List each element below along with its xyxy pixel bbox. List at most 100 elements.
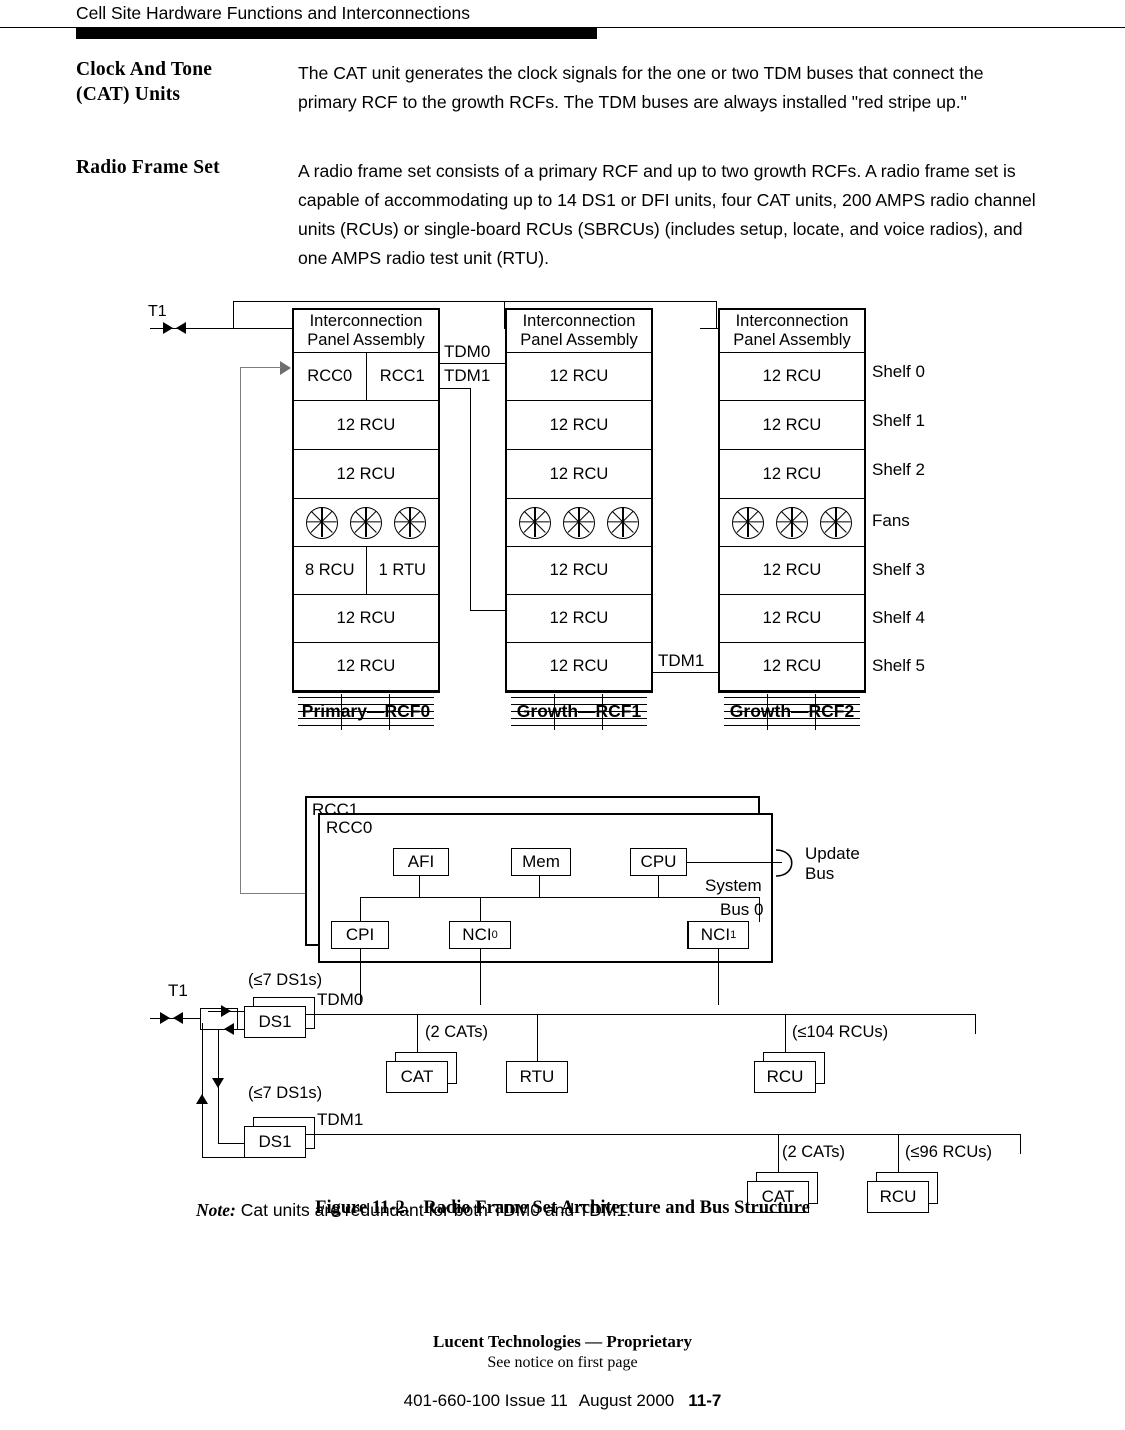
rcc0-feed-line-top (240, 367, 282, 369)
panel-title-line2: Panel Assembly (307, 331, 425, 349)
nci0-leg (480, 949, 482, 1005)
ds1-bottom-box-label: DS1 (244, 1126, 306, 1158)
rack-rcf2: Interconnection Panel Assembly 12 RCU 12… (718, 308, 866, 730)
rack-rcf2-shelf-2: 12 RCU (720, 450, 864, 499)
t1-feed-line (190, 328, 292, 330)
tdm1-label-mid: TDM1 (658, 651, 705, 670)
header-black-bar (76, 28, 597, 39)
footer-docnum: 401-660-100 Issue 11 (403, 1391, 568, 1410)
fan-icon (732, 506, 764, 539)
ds1-loop-up-arrow-icon (196, 1094, 208, 1104)
cat-count-bottom-label: (2 CATs) (782, 1143, 845, 1161)
ds1-loop-up-line (202, 1023, 204, 1158)
tdm0-label: TDM0 (444, 342, 491, 361)
rack-rcf0-shelf-1: 12 RCU (294, 401, 438, 450)
cat-top-box: CAT (386, 1052, 457, 1093)
rack-rcf2-caption: Growth—RCF2 (729, 701, 855, 721)
rack-rcf1-shelf-5: 12 RCU (507, 643, 651, 691)
figure-caption-title: Radio Frame Set Architecture and Bus Str… (423, 1198, 810, 1218)
top-bus-seg-a (233, 301, 505, 303)
ds1-count-bottom-label: (≤7 DS1s) (248, 1084, 323, 1102)
shelf-name-3: Shelf 3 (872, 560, 925, 579)
shelf-name-0: Shelf 0 (872, 362, 925, 381)
rack-rcf1-panel-assembly: Interconnection Panel Assembly (507, 310, 651, 353)
system-bus-label-line2: Bus 0 (720, 900, 764, 919)
rack-rcf0-shelf-3: 8 RCU 1 RTU (294, 547, 438, 595)
section-heading-cat-line1: Clock And Tone (76, 59, 213, 80)
shelf-name-5: Shelf 5 (872, 656, 925, 675)
rack-rcf0-shelf-4: 12 RCU (294, 595, 438, 643)
t1-arrow-right-icon (163, 322, 173, 334)
rack-rcf0-shelf-3-left: 8 RCU (294, 547, 367, 594)
section-heading-cat-line2: (CAT) Units (76, 84, 181, 105)
system-bus-left-drop (360, 897, 362, 922)
footer-proprietary: Lucent Technologies — Proprietary (433, 1332, 692, 1351)
tdm1-bridge-line-top (440, 388, 471, 390)
rack-rcf2-panel-assembly: Interconnection Panel Assembly (720, 310, 864, 353)
ds1-top-in-arrow-icon (221, 1005, 231, 1017)
rcc0-feed-line-vertical (240, 367, 242, 894)
top-bus-seg-d (700, 328, 720, 330)
rack-rcf0-shelf-3-right: 1 RTU (378, 561, 426, 579)
t1-label-bottom: T1 (168, 981, 188, 1000)
fan-icon (563, 506, 595, 539)
rcc0-label: RCC0 (326, 818, 373, 837)
nci1-leg (718, 949, 720, 1005)
rack-rcf1: Interconnection Panel Assembly 12 RCU 12… (505, 308, 653, 730)
t1-label-top: T1 (148, 303, 167, 320)
footer-page: 11-7 (688, 1391, 722, 1410)
cat-top-box-label: CAT (386, 1061, 448, 1093)
update-bus-label-line1: Update (805, 844, 860, 863)
rack-rcf1-caption: Growth—RCF1 (516, 701, 642, 721)
figure-caption: Figure 11-2. Radio Frame Set Architecture… (0, 1198, 1125, 1219)
shelf-name-1: Shelf 1 (872, 411, 925, 430)
footer-date: August 2000 (578, 1391, 675, 1410)
section-heading-cat: Clock And Tone (CAT) Units (76, 57, 291, 107)
rack-rcf2-shelf-0: 12 RCU (720, 353, 864, 401)
panel-title-line1: Interconnection (522, 312, 636, 330)
shelf-name-4: Shelf 4 (872, 608, 925, 627)
nci0-riser (480, 897, 482, 922)
top-bus-seg-c (504, 301, 717, 303)
panel-title-line1: Interconnection (735, 312, 849, 330)
rack-rcf0-fan-shelf (294, 499, 438, 547)
rack-rcf1-shelf-3: 12 RCU (507, 547, 651, 595)
mem-box: Mem (511, 848, 571, 876)
rack-rcf1-shelf-2: 12 RCU (507, 450, 651, 499)
fan-icon (607, 506, 639, 539)
cpu-drop (658, 876, 660, 898)
t1-arrow-left-icon (176, 322, 186, 334)
system-bus-label-line1: System (705, 876, 762, 895)
shelf-name-fans: Fans (872, 511, 910, 530)
cat-count-top-label: (2 CATs) (425, 1023, 488, 1041)
rack-rcf0-shelf-2: 12 RCU (294, 450, 438, 499)
rcu-count-top-label: (≤104 RCUs) (792, 1023, 889, 1041)
rack-rcf1-shelf-4: 12 RCU (507, 595, 651, 643)
rack-rcf2-shelf-5: 12 RCU (720, 643, 864, 691)
tdm0-lower-label: TDM0 (317, 990, 364, 1009)
rack-rcf0-panel-assembly: Interconnection Panel Assembly (294, 310, 438, 353)
running-head: Cell Site Hardware Functions and Interco… (76, 3, 470, 23)
nci0-box: NCI 0 (449, 921, 511, 949)
rack-rcf1-shelf-0: 12 RCU (507, 353, 651, 401)
rack-rcf0: Interconnection Panel Assembly RCC0 RCC1… (292, 308, 440, 730)
tdm0-bridge-line (440, 363, 506, 365)
tdm0-bus-rail (306, 1014, 976, 1016)
section-body-rfs: A radio frame set consists of a primary … (298, 161, 1036, 268)
section-heading-rfs: Radio Frame Set (76, 155, 291, 180)
system-bus-top-rail (360, 897, 760, 899)
t1-bottom-arrow-right-icon (160, 1012, 170, 1024)
panel-title-line2: Panel Assembly (733, 331, 851, 349)
rtu-drop (537, 1014, 539, 1063)
t1-bottom-arrow-left-icon (173, 1012, 183, 1024)
tdm1-label-top: TDM1 (444, 366, 491, 385)
fan-icon (306, 506, 338, 539)
footer-identification: 401-660-100 Issue 11 August 2000 11-7 (0, 1391, 1125, 1411)
tdm1-lower-bridge-line (653, 672, 719, 674)
fan-icon (776, 506, 808, 539)
update-bus-loop-icon (775, 849, 793, 877)
nci1-label: NCI (700, 925, 731, 944)
section-body-cat: The CAT unit generates the clock signals… (298, 63, 984, 112)
rcu-top-box: RCU (754, 1052, 825, 1093)
top-bus-drop-1 (233, 301, 235, 329)
